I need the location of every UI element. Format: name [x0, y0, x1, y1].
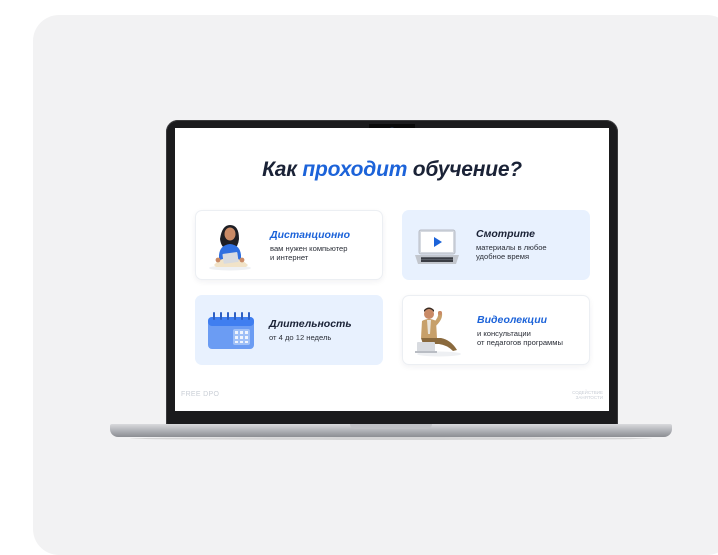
tile-heading: Дистанционно — [270, 229, 351, 241]
laptop-play-icon — [415, 229, 459, 264]
footer-logo-text: СОДЕЙСТВИЕ ЗАНЯТОСТИ — [572, 390, 603, 400]
opening-groove — [350, 424, 432, 429]
tile-video-lectures: Видеолекции и консультации от педагогов … — [402, 295, 590, 365]
title-part-1: Как — [262, 158, 303, 181]
tile-heading: Длительность — [269, 318, 352, 330]
tile-duration: Длительность от 4 до 12 недель — [195, 295, 383, 365]
tile-description: и консультации от педагогов программы — [477, 329, 563, 347]
laptop-base — [110, 424, 672, 437]
tile-description: вам нужен компьютер и интернет — [270, 244, 348, 262]
tile-description: материалы в любое удобное время — [476, 243, 547, 261]
student-with-laptop-icon — [209, 225, 251, 271]
lecturer-with-laptop-icon — [415, 307, 461, 357]
tile-heading: Видеолекции — [477, 314, 548, 326]
tile-remote: Дистанционно вам нужен компьютер и интер… — [195, 210, 383, 280]
tile-description: от 4 до 12 недель — [269, 333, 332, 342]
title-accent: проходит — [302, 158, 408, 181]
laptop-shadow — [130, 437, 652, 440]
slide-title: Как проходит обучение? — [175, 158, 609, 182]
title-part-2: обучение? — [407, 158, 522, 181]
tile-heading: Смотрите — [476, 228, 535, 240]
footer-brand: FREE DPO — [181, 391, 220, 398]
calendar-icon — [208, 312, 254, 349]
laptop-display: Как проходит обучение? Дистанционно вам … — [166, 120, 618, 425]
tile-watch: Смотрите материалы в любое удобное время — [402, 210, 590, 280]
slide-screen: Как проходит обучение? Дистанционно вам … — [175, 128, 609, 411]
